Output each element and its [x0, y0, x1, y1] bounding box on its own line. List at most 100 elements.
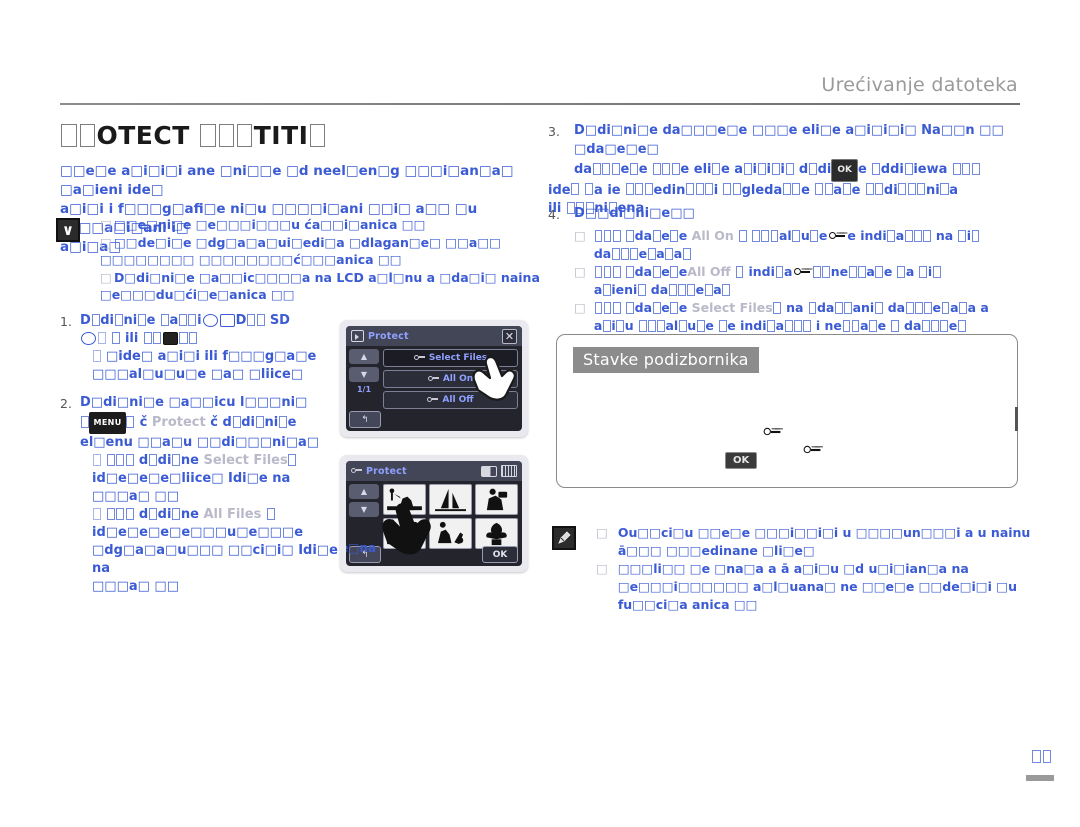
key-icon	[427, 375, 439, 383]
footer-bar	[1026, 775, 1054, 781]
step-2: 2. D□di□ni□e □a□□icu l□□□ni□ MENU č Prot…	[60, 394, 340, 596]
play-mode-icon	[219, 313, 235, 327]
panel-edge-tick	[1015, 407, 1018, 431]
submenu-items-panel: Stavke podizbornika OK	[556, 334, 1018, 488]
screen-titlebar: Protect	[346, 461, 522, 481]
step-1: 1. Ddi ni e aiD SD ili □ide□ a□i□i ili f□□…	[60, 312, 340, 384]
step-line: id□e□e□e□liice□ Idi□e na	[92, 471, 291, 486]
nav-column: ▲ ▼ 1/1	[349, 349, 379, 394]
page-header-title: Urećivanje datoteka	[821, 74, 1018, 96]
caution-item: □ □□de□i□e □dg□a□a□ui□edi□a □dlagan□e□ □□…	[100, 234, 501, 268]
protect-key-icon	[351, 467, 362, 475]
close-icon[interactable]: ✕	[502, 328, 517, 344]
step-body: Ddi ni e aiD SD ili □ide□ a□i□i ili f□□□g□…	[80, 312, 340, 384]
thumbnail-icon	[162, 331, 178, 345]
step-body: D□di□ni□e □a□□icu l□□□ni□ MENU č Protect…	[80, 394, 340, 596]
thumbnail-item[interactable]	[475, 484, 518, 515]
menu-item-list: Select Files All On All Off	[383, 349, 518, 412]
caution-check-icon: ∨	[56, 218, 80, 242]
screen-title: Protect	[368, 330, 409, 342]
thumbnail-item[interactable]	[429, 518, 472, 549]
panel-ok-badge: OK	[725, 452, 758, 469]
key-icon	[762, 420, 782, 439]
record-mode-icon	[202, 313, 218, 327]
battery-icon	[481, 465, 497, 477]
right-step-list: 3. D□di□ni□e da□□□e□e □□□e eli□e a□i□i□i…	[548, 122, 1038, 357]
step-line: d di ne Select Files	[92, 452, 340, 470]
step-line: ili	[80, 330, 340, 348]
step-number: 2.	[60, 396, 72, 411]
note-item: □ □□□li□□ □e □na□a a ā a□i□u □d u□i□ian□a…	[596, 561, 1017, 612]
step-line: ide a ie edin i gleda e ae di ni a	[548, 182, 958, 198]
scroll-up-button[interactable]: ▲	[349, 349, 379, 364]
caution-item: □ □□e□ni□e □e□□□i□□□u ća□□i□anica □□	[100, 217, 426, 232]
screen-title: Protect	[366, 465, 407, 477]
circle-icon	[81, 331, 96, 345]
menu-item-label: All Off	[442, 395, 474, 405]
note-block: □ Ou□□ci□u □□e□e □□□i□□i□i u □□□□un□□□i a…	[552, 524, 1032, 614]
page-title: OTECT TITI	[60, 121, 327, 150]
ok-badge: OK	[831, 159, 858, 182]
step-line: □□□a□ □□	[92, 489, 179, 504]
camera-record-icon	[351, 330, 364, 342]
scroll-up-button[interactable]: ▲	[349, 484, 379, 499]
scroll-down-button[interactable]: ▼	[349, 502, 379, 517]
caution-item: □ D□di□ni□e □a□□ic□□□□a na LCD a□l□nu a □…	[100, 269, 540, 303]
screen-titlebar: Protect ✕	[346, 326, 522, 346]
key-icon	[802, 438, 822, 457]
step-line: D□□di□ni□e□□	[574, 205, 695, 221]
header-divider	[60, 103, 1020, 105]
nav-column: ▲ ▼	[349, 484, 379, 520]
manual-page: Urećivanje datoteka OTECT TITI □□e□e a□i…	[0, 0, 1080, 827]
menu-item-label: Select Files	[428, 353, 488, 363]
step-body: D□□di□ni□e□□ □ da e e All On al u e e indi a n…	[574, 205, 1038, 354]
step-line: MENU č Protect č d di ni e	[80, 412, 340, 434]
thumbnail-item[interactable]	[383, 518, 426, 549]
menu-item-all-on[interactable]: All On	[383, 370, 518, 388]
step-line: □ide□ a□i□i ili f□□□g□a□e	[92, 348, 340, 366]
panel-title: Stavke podizbornika	[573, 347, 759, 373]
thumbnail-item[interactable]	[475, 518, 518, 549]
thumbnail-grid	[383, 484, 518, 549]
caution-item-list: □ □□e□ni□e □e□□□i□□□u ća□□i□anica □□ □ □□d…	[100, 216, 556, 304]
step-number: 1.	[60, 314, 72, 329]
step-line: □□□a□ □□	[92, 579, 179, 594]
intro-line-1: □□e□e a□i□i□i ane □ni□□e □d neel□en□g □□…	[60, 163, 514, 198]
key-icon	[413, 354, 425, 362]
memory-card-icon	[501, 465, 517, 477]
step-line: el□enu □□a□u □□di□□□ni□a□	[80, 435, 320, 450]
thumbnail-item[interactable]	[383, 484, 426, 515]
protect-menu-screen: Protect ✕ ▲ ▼ 1/1 ↰ Select Files All On …	[340, 320, 528, 437]
menu-item-label: All On	[442, 374, 474, 384]
caution-block: ∨ □ □□e□ni□e □e□□□i□□□u ća□□i□anica □□ □ □…	[56, 216, 556, 304]
key-icon	[829, 231, 846, 241]
step-line: d di ne All Files	[92, 506, 340, 524]
thumbnail-item[interactable]	[429, 484, 472, 515]
step-line: da e e e eli e aiii d di OK e ddi iewa	[574, 159, 1038, 182]
note-item: □ Ou□□ci□u □□e□e □□□i□□i□i u □□□□un□□□i a…	[596, 525, 1031, 558]
key-icon	[794, 267, 811, 277]
step-line: D□di□ni□e □a□□icu l□□□ni□	[80, 395, 308, 410]
back-button[interactable]: ↰	[349, 411, 381, 428]
step-line: id□e□e□e□e□□□u□e□□□e	[92, 525, 304, 540]
key-icon	[427, 396, 439, 404]
protect-thumbnail-screen: Protect ▲ ▼ ↰ OK □na	[340, 455, 528, 572]
thumbnail-overlay-label: e□na	[346, 541, 377, 555]
menu-item-all-off[interactable]: All Off	[383, 391, 518, 409]
note-pen-icon	[552, 526, 576, 550]
step-line: Ddi ni e aiD SD	[80, 313, 290, 328]
scroll-down-button[interactable]: ▼	[349, 367, 379, 382]
menu-item-select-files[interactable]: Select Files	[383, 349, 518, 367]
note-item-list: □ Ou□□ci□u □□e□e □□□i□□i□i u □□□□un□□□i a…	[596, 524, 1032, 614]
page-indicator: 1/1	[356, 385, 372, 394]
step-line: D□di□ni□e da□□□e□e □□□e eli□e a□i□i□i□ N…	[574, 123, 1004, 157]
ok-button[interactable]: OK	[482, 546, 518, 563]
page-number	[1032, 749, 1052, 765]
step-line: □□□al□u□u□e □a□ □liice□	[92, 367, 304, 382]
step-number: 4.	[548, 206, 560, 222]
step-line: □dg□a□a□u□□□ □□ci□i□ Idi□e na	[92, 543, 338, 576]
sub-item: □ da e eAll Off indi a ne a e a i a ieni da e a	[574, 263, 1038, 299]
left-step-list: 1. Ddi ni e aiD SD ili □ide□ a□i□i ili f□□…	[60, 312, 340, 606]
menu-button-badge: MENU	[89, 412, 126, 434]
step-4: 4. D□□di□ni□e□□ □ da e e All On al u e e indi…	[548, 205, 1038, 354]
